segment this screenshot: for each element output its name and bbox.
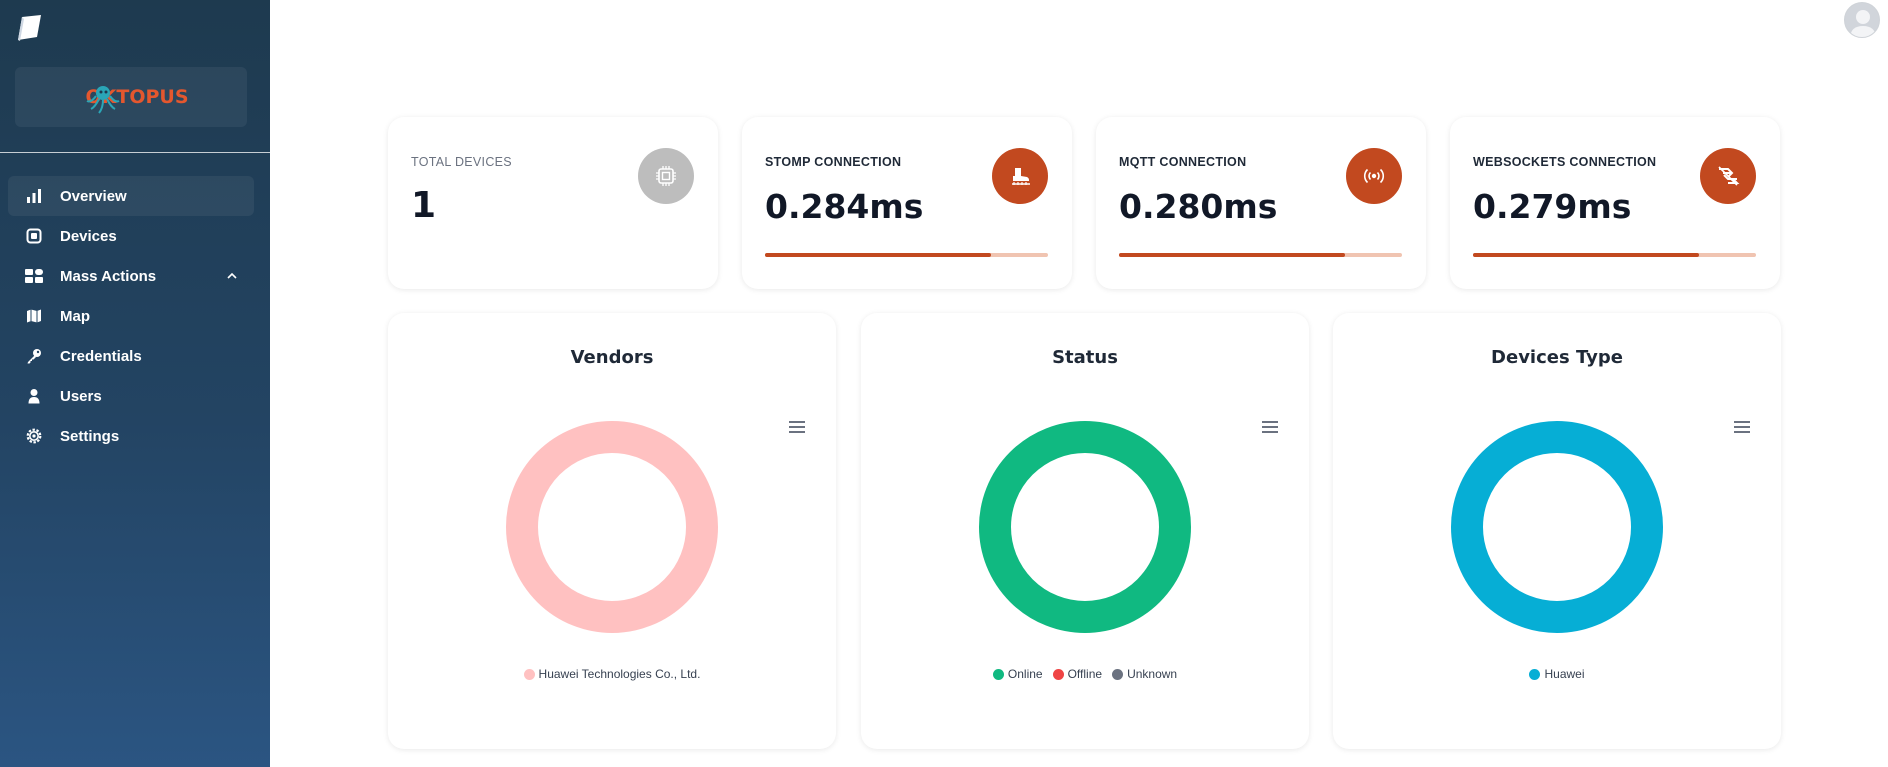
key-icon: [25, 347, 43, 365]
user-icon: [25, 387, 43, 405]
sidebar-item-devices[interactable]: Devices: [8, 216, 254, 256]
broadcast-icon: [1363, 168, 1385, 184]
donut-slice-huawei[interactable]: [1451, 421, 1663, 633]
legend-marker: [1112, 668, 1124, 680]
latency-progress-fill: [765, 253, 992, 257]
sidebar-item-credentials[interactable]: Credentials: [8, 336, 254, 376]
stat-card-stomp: STOMP CONNECTION 0.284ms: [742, 117, 1072, 289]
latency-progress-fill: [1473, 253, 1700, 257]
sidebar-item-label: Map: [60, 307, 90, 325]
vendors-chart-card: Vendors Huawei Technologies Co., Ltd.: [388, 313, 836, 749]
chart-legend: Huawei Technologies Co., Ltd.: [388, 667, 836, 681]
sidebar-item-label: Settings: [60, 427, 120, 445]
latency-progress-bar: [1119, 253, 1402, 257]
stat-label: WEBSOCKETS CONNECTION: [1473, 155, 1657, 169]
sidebar-divider: [0, 152, 270, 153]
sidebar: OKTOPUS Overview Devices Mass Actions Ma…: [0, 0, 270, 767]
stat-value: 0.279ms: [1473, 187, 1632, 226]
donut-slice-huawei-technologies-co-ltd[interactable]: [506, 421, 718, 633]
legend-marker: [992, 668, 1004, 680]
stat-badge: [1346, 148, 1402, 204]
app-icon[interactable]: [14, 12, 44, 42]
sidebar-item-overview[interactable]: Overview: [8, 176, 254, 216]
logo[interactable]: OKTOPUS: [15, 67, 247, 127]
stat-label: TOTAL DEVICES: [411, 155, 512, 169]
legend-item[interactable]: Offline: [1052, 667, 1103, 681]
latency-progress-bar: [1473, 253, 1756, 257]
stat-card-total-devices: TOTAL DEVICES 1: [388, 117, 718, 289]
legend-marker: [1052, 668, 1064, 680]
websocket-icon: [1718, 166, 1740, 186]
legend-item[interactable]: Online: [992, 667, 1043, 681]
avatar-icon: [1850, 10, 1876, 37]
latency-progress-bar: [765, 253, 1048, 257]
chip-icon: [25, 227, 43, 245]
stat-label: STOMP CONNECTION: [765, 155, 902, 169]
sidebar-item-label: Mass Actions: [60, 267, 157, 285]
stomp-icon: [1012, 168, 1030, 185]
legend-marker: [523, 668, 535, 680]
legend-item[interactable]: Huawei: [1529, 667, 1585, 681]
sidebar-item-mass-actions[interactable]: Mass Actions: [8, 256, 254, 296]
legend-label: Online: [1007, 667, 1043, 681]
stat-value: 0.284ms: [765, 187, 924, 226]
stat-value: 0.280ms: [1119, 187, 1278, 226]
map-icon: [25, 307, 43, 325]
stat-value: 1: [411, 185, 437, 226]
donut-chart: [1451, 421, 1663, 633]
legend-label: Offline: [1067, 667, 1103, 681]
stat-badge: [638, 148, 694, 204]
legend-item[interactable]: Unknown: [1112, 667, 1177, 681]
sidebar-item-label: Credentials: [60, 347, 142, 365]
donut-slice-online[interactable]: [979, 421, 1191, 633]
stat-label: MQTT CONNECTION: [1119, 155, 1247, 169]
sidebar-nav: Overview Devices Mass Actions Map Creden…: [8, 176, 254, 456]
chart-legend: Huawei: [1333, 667, 1781, 681]
chart-legend: Online Offline Unknown: [861, 667, 1309, 681]
legend-marker: [1529, 668, 1541, 680]
stat-badge: [992, 148, 1048, 204]
status-chart-card: Status Online Offline Unknown: [861, 313, 1309, 749]
donut-chart: [506, 421, 718, 633]
user-avatar[interactable]: [1844, 2, 1880, 38]
latency-progress-fill: [1119, 253, 1346, 257]
grid-icon: [25, 267, 43, 285]
devices-type-chart-card: Devices Type Huawei: [1333, 313, 1781, 749]
sidebar-item-label: Users: [60, 387, 102, 405]
sidebar-item-map[interactable]: Map: [8, 296, 254, 336]
legend-label: Unknown: [1127, 667, 1178, 681]
legend-label: Huawei: [1544, 667, 1585, 681]
sidebar-item-label: Overview: [60, 187, 127, 205]
gear-icon: [25, 427, 43, 445]
legend-item[interactable]: Huawei Technologies Co., Ltd.: [523, 667, 701, 681]
stat-card-mqtt: MQTT CONNECTION 0.280ms: [1096, 117, 1426, 289]
donut-chart: [979, 421, 1191, 633]
bar-chart-icon: [25, 187, 43, 205]
chevron-up-icon[interactable]: [226, 270, 238, 282]
stat-card-websockets: WEBSOCKETS CONNECTION 0.279ms: [1450, 117, 1780, 289]
sidebar-item-settings[interactable]: Settings: [8, 416, 254, 456]
octopus-icon: [86, 86, 120, 114]
sidebar-item-label: Devices: [60, 227, 117, 245]
chip-icon: [656, 166, 676, 186]
stat-badge: [1700, 148, 1756, 204]
sidebar-item-users[interactable]: Users: [8, 376, 254, 416]
legend-label: Huawei Technologies Co., Ltd.: [538, 667, 701, 681]
